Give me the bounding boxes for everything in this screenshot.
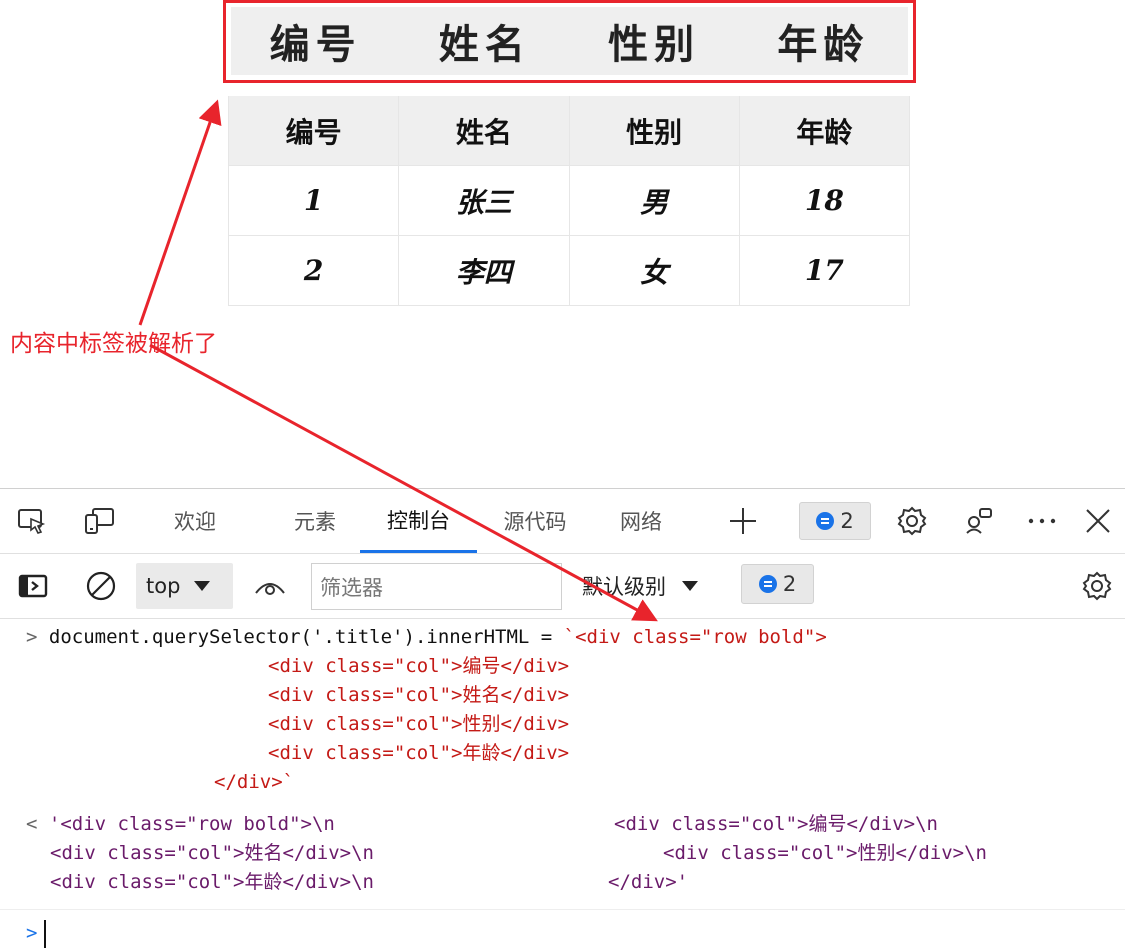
customize-icon[interactable] — [961, 503, 997, 539]
settings-icon[interactable] — [894, 503, 930, 539]
table-header-cell: 姓名 — [399, 96, 570, 166]
table-cell: 李四 — [399, 236, 570, 306]
console-settings-icon[interactable] — [1079, 568, 1115, 604]
filter-input[interactable]: 筛选器 — [311, 563, 562, 610]
table-cell: 男 — [569, 166, 740, 236]
input-prompt-icon: > — [26, 626, 49, 648]
tab-network[interactable]: 网络 — [596, 489, 686, 553]
title-highlight-box: 编号 姓名 性别 年龄 — [223, 0, 916, 83]
title-col-id: 编号 — [269, 21, 362, 68]
table-header-cell: 性别 — [569, 96, 740, 166]
console-result: <div class="col">姓名</div>\n — [50, 842, 374, 864]
add-tab-icon[interactable] — [725, 503, 761, 539]
table-row: 1 张三 男 18 — [228, 166, 910, 236]
table-header-row: 编号 姓名 性别 年龄 — [228, 96, 910, 166]
title-col-age: 年龄 — [777, 21, 870, 68]
devtools-tabbar: 欢迎 元素 控制台 源代码 网络 2 — [0, 489, 1125, 554]
message-icon — [758, 575, 777, 593]
console-result: <div class="col">年龄</div>\n — [50, 871, 374, 893]
context-select-value: top — [146, 574, 181, 598]
tab-welcome[interactable]: 欢迎 — [150, 489, 240, 553]
console-code: `<div class="row bold"> — [563, 626, 827, 648]
table-row: 2 李四 女 17 — [228, 236, 910, 306]
console-divider — [0, 909, 1125, 910]
console-code: document.querySelector('.title').innerHT… — [48, 626, 564, 648]
sidebar-toggle-icon[interactable] — [15, 568, 51, 604]
level-count: 2 — [782, 572, 797, 596]
table-cell: 张三 — [399, 166, 570, 236]
tab-elements[interactable]: 元素 — [270, 489, 360, 553]
annotation-text: 内容中标签被解析了 — [10, 331, 217, 357]
live-expression-eye-icon[interactable] — [252, 568, 288, 604]
console-output[interactable]: > document.querySelector('.title').inner… — [0, 619, 1125, 952]
devtools-panel: 欢迎 元素 控制台 源代码 网络 2 top 筛选器 默认级别 2 > docu… — [0, 488, 1125, 952]
inspect-icon[interactable] — [14, 503, 50, 539]
tab-sources[interactable]: 源代码 — [480, 489, 590, 553]
message-icon — [816, 512, 835, 530]
log-level-label: 默认级别 — [582, 575, 666, 599]
close-icon[interactable] — [1080, 503, 1116, 539]
log-level-select[interactable]: 默认级别 — [582, 563, 698, 609]
title-col-name: 姓名 — [438, 21, 531, 68]
console-result: <div class="col">性别</div>\n — [663, 842, 987, 864]
console-prompt-icon: > — [26, 922, 38, 944]
clear-console-icon[interactable] — [83, 568, 119, 604]
console-code: <div class="col">年龄</div> — [268, 742, 570, 764]
tab-console[interactable]: 控制台 — [360, 489, 477, 553]
console-code: </div>` — [214, 771, 295, 793]
more-icon[interactable] — [1024, 503, 1060, 539]
chevron-down-icon — [194, 581, 211, 591]
issues-count: 2 — [840, 509, 854, 533]
arrow-up — [138, 99, 222, 326]
context-select[interactable]: top — [136, 563, 233, 609]
console-result: </div>' — [608, 871, 689, 893]
table-header-cell: 编号 — [228, 96, 400, 166]
title-col-gender: 性别 — [608, 21, 701, 68]
console-toolbar: top 筛选器 默认级别 2 — [0, 554, 1125, 619]
device-emulation-icon[interactable] — [82, 503, 118, 539]
console-code: <div class="col">姓名</div> — [268, 684, 570, 706]
table-cell: 17 — [739, 236, 910, 306]
output-prompt-icon: < — [26, 813, 49, 835]
table-cell: 女 — [569, 236, 740, 306]
console-input-cursor[interactable] — [44, 920, 46, 948]
console-code: <div class="col">性别</div> — [268, 713, 570, 735]
console-input-entry: > document.querySelector('.title').inner… — [26, 623, 827, 653]
issues-badge[interactable]: 2 — [799, 502, 871, 540]
table-header-cell: 年龄 — [739, 96, 910, 166]
console-result: <div class="col">编号</div>\n — [614, 813, 938, 835]
console-code: <div class="col">编号</div> — [268, 655, 570, 677]
data-table: 编号 姓名 性别 年龄 1 张三 男 18 2 李四 女 17 — [228, 96, 910, 306]
level-issues-badge[interactable]: 2 — [741, 564, 814, 604]
table-cell: 18 — [739, 166, 910, 236]
console-result: '<div class="row bold">\n — [48, 813, 335, 835]
console-result-entry: < '<div class="row bold">\n — [26, 810, 335, 840]
table-cell: 2 — [228, 236, 400, 306]
table-cell: 1 — [228, 166, 400, 236]
chevron-down-icon — [682, 581, 698, 591]
title-row: 编号 姓名 性别 年龄 — [231, 7, 908, 75]
